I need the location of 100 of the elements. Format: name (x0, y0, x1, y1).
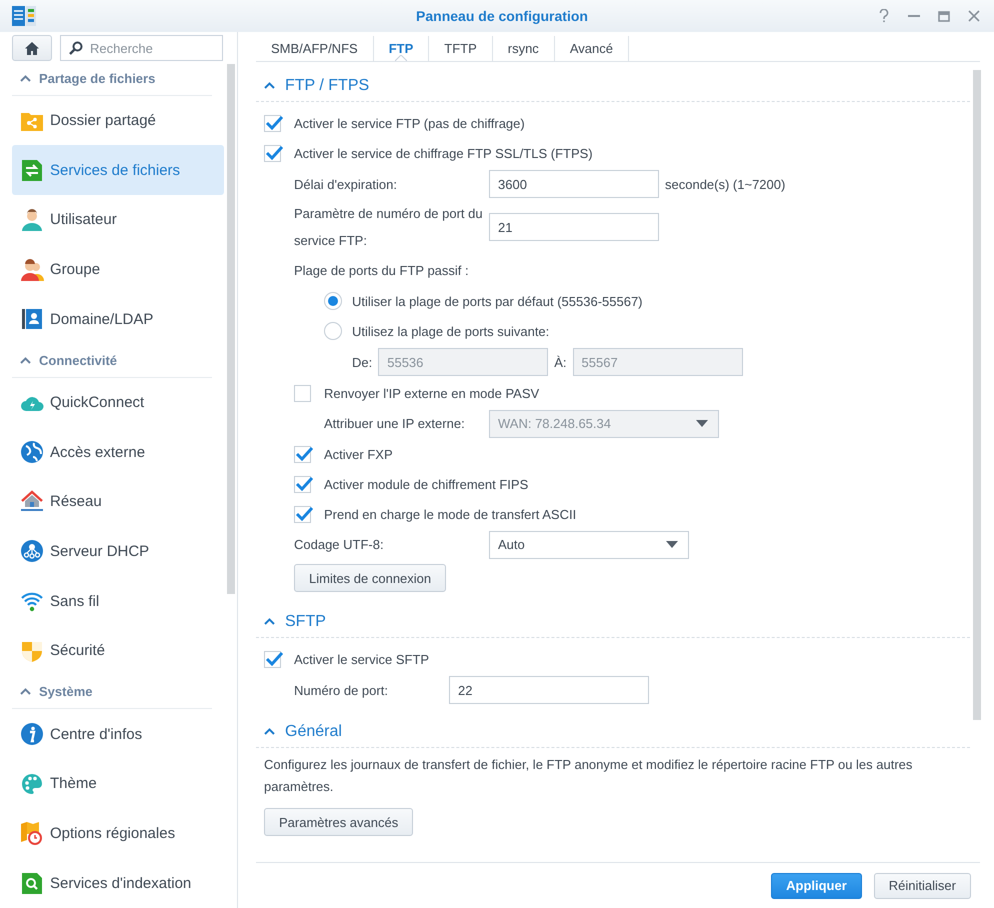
sidebar-item[interactable]: Domaine/LDAP (12, 294, 224, 344)
sidebar-item[interactable]: Sans fil (12, 576, 224, 626)
field-label: Délai d'expiration: (294, 176, 398, 194)
dropdown[interactable]: Auto (489, 530, 689, 558)
checkbox-label: Activer le service de chiffrage FTP SSL/TLS (FTPS) (294, 146, 593, 160)
home-button[interactable] (12, 35, 52, 61)
radio-button[interactable] (324, 292, 342, 310)
field-label: À: (554, 354, 567, 370)
sidebar-item[interactable]: Services de fichiers (12, 145, 224, 196)
caret-icon (666, 541, 678, 548)
checkbox-label: Activer le service FTP (pas de chiffrage) (294, 116, 525, 130)
input-field[interactable]: 3600 (489, 170, 659, 198)
radio-label: Utiliser la plage de ports par défaut (55536-55567) (352, 294, 643, 308)
reset-button[interactable]: Réinitialiser (874, 872, 971, 898)
globe-icon (20, 440, 44, 464)
sidebar-section-header[interactable]: Système (12, 676, 212, 710)
chevron-up-icon (264, 82, 275, 89)
section-header[interactable]: FTP / FTPS (256, 70, 970, 102)
sidebar-section-header[interactable]: Connectivité (12, 344, 212, 378)
field-label: De: (352, 354, 372, 370)
input-field[interactable]: 22 (449, 676, 649, 704)
sidebar-item[interactable]: Sécurité (12, 626, 224, 676)
tab[interactable]: rsync (492, 36, 555, 61)
search-document-icon (20, 871, 44, 896)
field-unit: seconde(s) (1~7200) (665, 176, 786, 192)
checkbox[interactable] (264, 114, 281, 132)
close-icon (968, 10, 980, 22)
group-icon (20, 258, 44, 282)
checkbox[interactable] (294, 476, 311, 492)
minimize-icon (908, 15, 920, 17)
checkbox-label: Prend en charge le mode de transfert ASCII (324, 506, 576, 522)
radio-button[interactable] (324, 322, 342, 340)
field-label: Paramètre de numéro de port du service FTP: (294, 205, 484, 250)
checkbox-label: Activer FXP (324, 446, 393, 462)
maximize-button[interactable] (936, 8, 952, 24)
checkbox-label: Activer le service SFTP (294, 652, 430, 666)
caret-icon (696, 420, 708, 427)
scrollbar[interactable] (973, 70, 981, 720)
field-label: Attribuer une IP externe: (324, 415, 466, 433)
sidebar-item[interactable]: Thème (12, 758, 224, 809)
radio-label: Utilisez la plage de ports suivante: (352, 324, 550, 338)
description-text: Configurez les journaux de transfert de fichier, le FTP anonyme et modifiez le répertoire racine FTP ou les autres paramètres. (264, 756, 914, 796)
checkmark-icon (265, 146, 283, 160)
tab-pointer-icon (394, 55, 407, 61)
question-mark-icon (879, 9, 889, 23)
sidebar-item[interactable]: Dossier partagé (12, 96, 224, 146)
checkmark-icon (265, 116, 283, 130)
tab[interactable]: SMB/AFP/NFS (256, 36, 374, 61)
checkbox[interactable] (264, 650, 281, 668)
checkmark-icon (295, 506, 313, 520)
checkbox-label: Renvoyer l'IP externe en mode PASV (324, 386, 540, 400)
home-icon (24, 40, 40, 56)
input-field[interactable]: 21 (489, 213, 659, 241)
checkbox[interactable] (294, 384, 311, 402)
palette-icon (20, 772, 44, 796)
sidebar-item[interactable]: Options régionales (12, 808, 224, 858)
app-logo-icon (12, 5, 38, 27)
user-icon (20, 208, 44, 232)
chevron-up-icon (20, 356, 31, 364)
maximize-icon (938, 10, 950, 22)
sidebar-item[interactable]: QuickConnect (12, 378, 224, 428)
action-button[interactable]: Paramètres avancés (264, 808, 414, 836)
checkmark-icon (265, 652, 283, 666)
sidebar-item[interactable]: Réseau (12, 477, 224, 527)
sidebar-item[interactable]: Centre d'infos (12, 709, 224, 759)
chevron-up-icon (264, 728, 275, 735)
tab[interactable]: FTP (374, 36, 430, 61)
map-clock-icon (20, 821, 44, 846)
action-button[interactable]: Limites de connexion (294, 564, 446, 592)
sidebar-item[interactable]: Accès externe (12, 427, 224, 478)
scrollbar[interactable] (227, 64, 235, 594)
chevron-up-icon (264, 618, 275, 625)
search-field[interactable]: Recherche (60, 35, 223, 61)
checkbox-label: Activer module de chiffrement FIPS (324, 476, 528, 492)
sidebar-section-header[interactable]: Partage de fichiers (12, 62, 212, 96)
sidebar-item[interactable]: Utilisateur (12, 195, 224, 245)
field-label: Codage UTF-8: (294, 536, 385, 554)
tab[interactable]: Avancé (554, 36, 629, 61)
sidebar-item[interactable]: Services d'indexation (12, 858, 224, 908)
file-transfer-icon (20, 158, 44, 182)
section-header[interactable]: Général (256, 716, 970, 748)
close-button[interactable] (966, 8, 982, 24)
network-node-icon (20, 539, 44, 564)
chevron-up-icon (20, 688, 31, 696)
house-icon (20, 490, 44, 514)
checkbox[interactable] (294, 506, 311, 522)
checkbox[interactable] (294, 446, 311, 462)
section-header[interactable]: SFTP (256, 606, 970, 638)
checkmark-icon (295, 446, 313, 460)
checkbox[interactable] (264, 144, 281, 162)
info-icon (20, 722, 44, 746)
field-label: Numéro de port: (294, 682, 389, 700)
checkmark-icon (295, 476, 313, 490)
window-title: Panneau de configuration (415, 8, 589, 24)
group-label: Plage de ports du FTP passif : (294, 262, 469, 278)
chevron-up-icon (20, 74, 31, 82)
search-icon (69, 41, 83, 55)
tab[interactable]: TFTP (429, 36, 493, 61)
sidebar-item[interactable]: Serveur DHCP (12, 526, 224, 576)
sidebar-item[interactable]: Groupe (12, 244, 224, 294)
